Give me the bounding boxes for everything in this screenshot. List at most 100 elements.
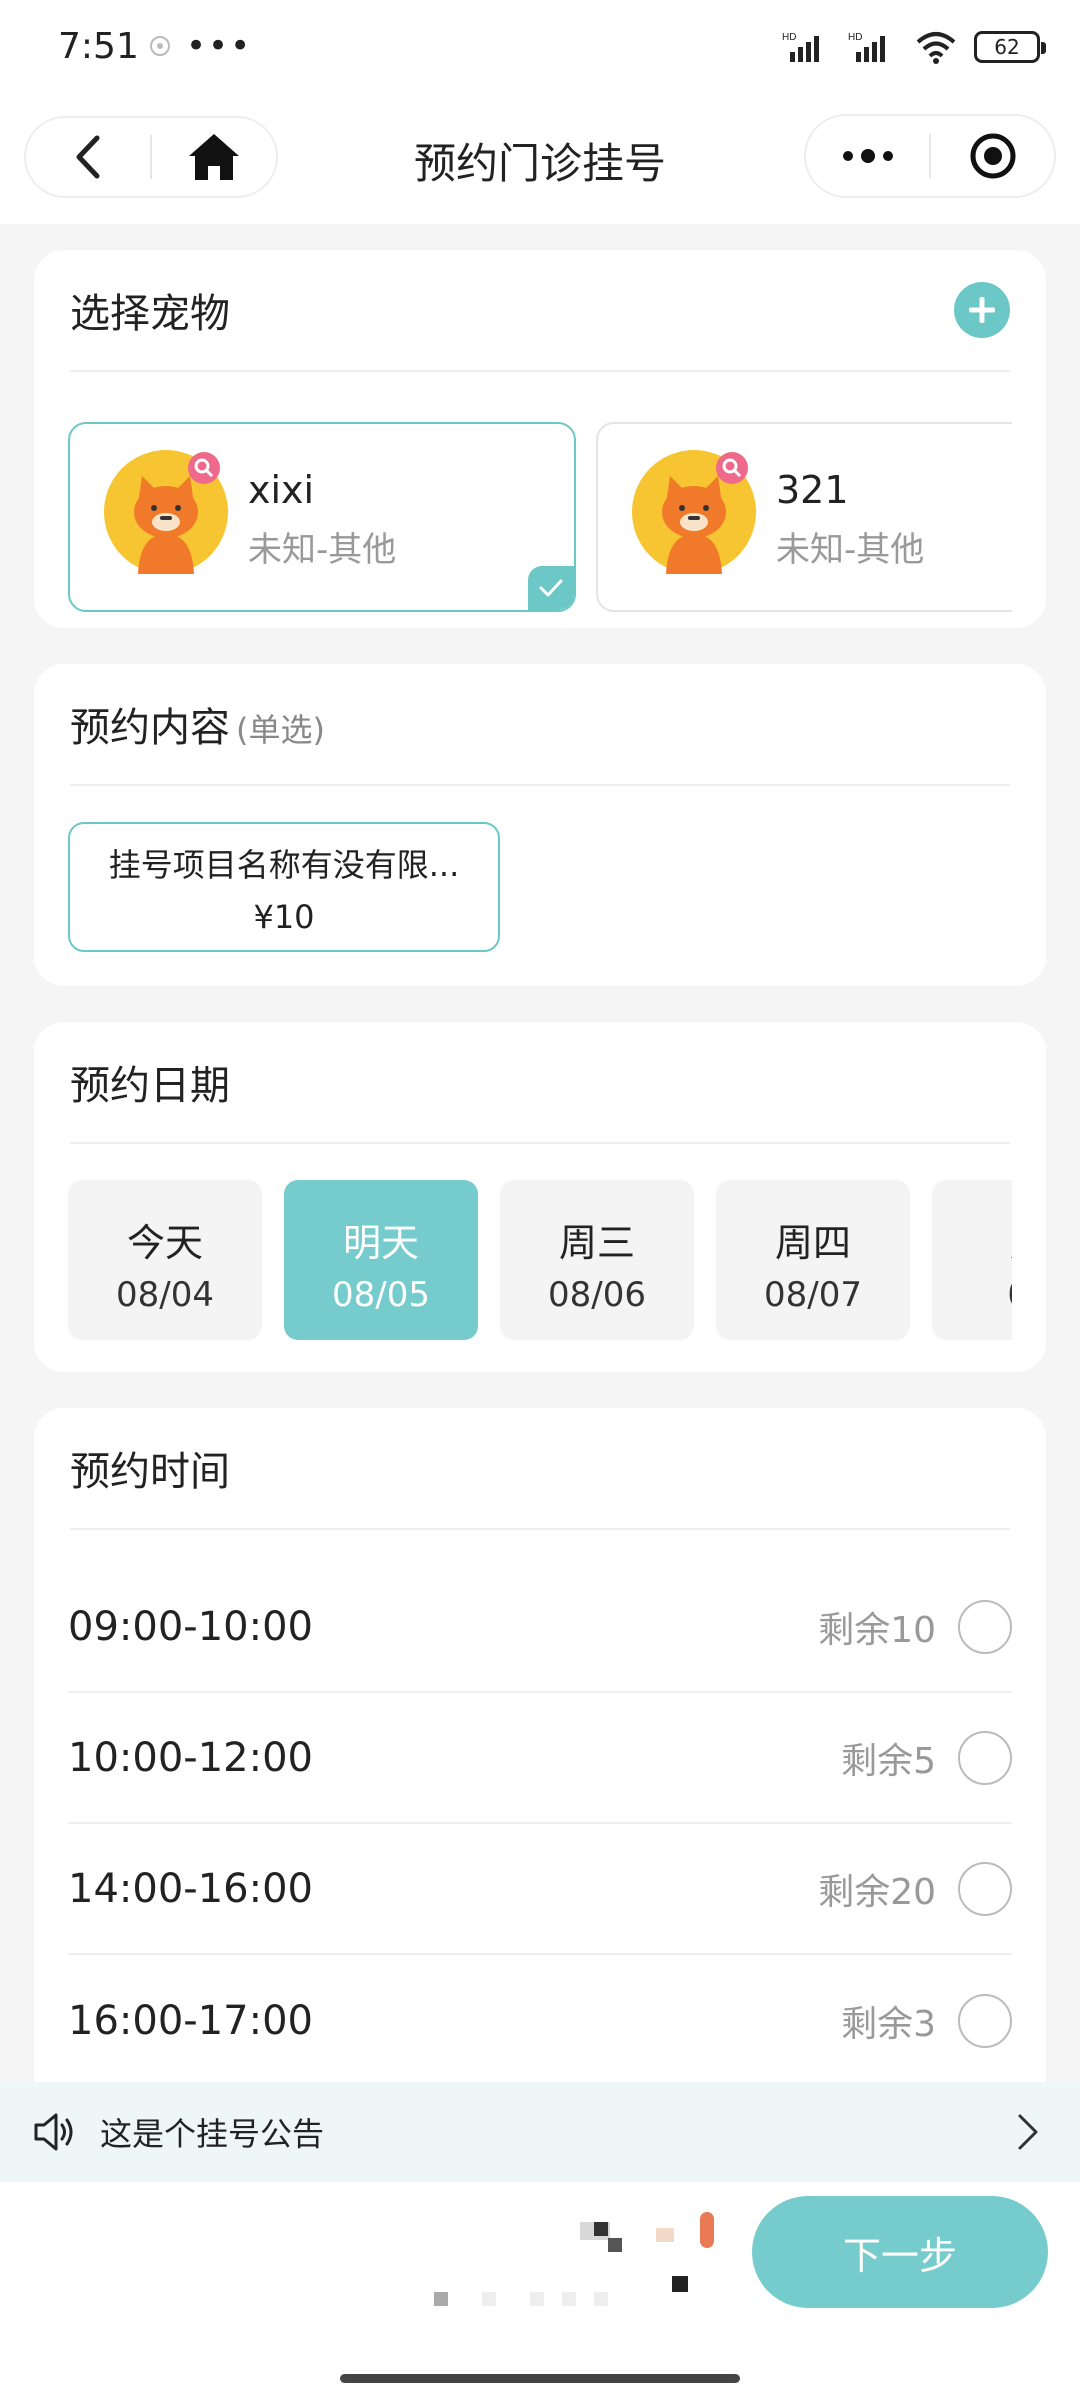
content-section-header: 预约内容 (单选) (70, 664, 1010, 786)
date-option-selected[interactable]: 明天 08/05 (284, 1180, 478, 1340)
wifi-icon (916, 32, 956, 64)
appointment-time-card: 预约时间 09:00-10:00 剩余10 10:00-12:00 剩余5 14… (34, 1408, 1046, 2128)
time-slot-range: 09:00-10:00 (68, 1603, 313, 1650)
time-slot-radio[interactable] (958, 1730, 1012, 1785)
time-section-title: 预约时间 (70, 1449, 230, 1495)
svg-text:HD: HD (848, 32, 862, 43)
registration-item-option[interactable]: 挂号项目名称有没有限... ¥10 (68, 822, 500, 952)
appointment-content-card: 预约内容 (单选) 挂号项目名称有没有限... ¥10 (34, 664, 1046, 986)
time-section-header: 预约时间 (70, 1408, 1010, 1530)
blurred-summary-area (482, 2292, 496, 2306)
status-right: HD HD 62 (782, 30, 1046, 64)
date-day-label: 周三 (558, 1221, 635, 1265)
content-section-title: 预约内容 (单选) (70, 695, 325, 753)
date-section-header: 预约日期 (70, 1022, 1010, 1144)
app-notification-icon (150, 36, 170, 56)
more-menu-button[interactable] (806, 116, 929, 196)
blurred-summary-area (594, 2222, 608, 2236)
time-slot-row[interactable]: 09:00-10:00 剩余10 (68, 1562, 1012, 1693)
home-button[interactable] (152, 118, 276, 196)
date-value: 08/04 (116, 1275, 214, 1315)
pet-card[interactable]: 321 未知-其他 (596, 422, 1012, 612)
battery-icon: 62 (974, 31, 1046, 63)
notice-bar[interactable]: 这是个挂号公告 (0, 2082, 1080, 2182)
pet-name: xixi (248, 468, 315, 512)
time-slot-remaining: 剩余3 (841, 2003, 936, 2045)
status-time: 7:51 (58, 26, 139, 67)
single-choice-hint: (单选) (236, 711, 325, 749)
nav-bar: 预约门诊挂号 (0, 100, 1080, 224)
pet-avatar-cat-icon (104, 450, 228, 574)
time-slot-radio[interactable] (958, 1599, 1012, 1654)
more-icon (842, 149, 893, 163)
date-day-label: 周 (932, 1212, 1012, 1267)
pet-section-title: 选择宠物 (70, 291, 230, 337)
notice-text: 这是个挂号公告 (100, 2115, 325, 2153)
nav-capsule-left (24, 116, 278, 198)
chevron-right-icon (1018, 2114, 1038, 2150)
time-slot-range: 14:00-16:00 (68, 1865, 313, 1912)
pet-name: 321 (776, 468, 849, 512)
target-circle-icon (970, 133, 1015, 179)
signal-hd-icon: HD (782, 32, 819, 62)
date-option[interactable]: 周 08 (932, 1180, 1012, 1340)
date-value: 08/06 (548, 1275, 646, 1315)
time-slot-right: 剩余5 (841, 1730, 1012, 1785)
time-slot-row[interactable]: 16:00-17:00 剩余3 (68, 1955, 1012, 2086)
pet-section-header: 选择宠物 (70, 250, 1010, 372)
nav-capsule-right (804, 114, 1056, 198)
time-slot-remaining: 剩余5 (841, 1740, 936, 1782)
footer-bar: 下一步 (0, 2182, 1080, 2400)
blurred-summary-area (608, 2238, 622, 2252)
next-step-button[interactable]: 下一步 (752, 2196, 1048, 2308)
time-slot-right: 剩余10 (818, 1599, 1012, 1654)
date-day-label: 明天 (342, 1221, 419, 1265)
time-slot-right: 剩余20 (818, 1861, 1012, 1916)
time-slot-range: 16:00-17:00 (68, 1997, 313, 2044)
blurred-summary-area (700, 2212, 714, 2248)
close-miniprogram-button[interactable] (931, 116, 1054, 196)
content-title-text: 预约内容 (70, 705, 230, 751)
date-option[interactable]: 周三 08/06 (500, 1180, 694, 1340)
selected-check-icon (528, 566, 574, 610)
date-option[interactable]: 今天 08/04 (68, 1180, 262, 1340)
time-slot-radio[interactable] (958, 1993, 1012, 2048)
date-list: 今天 08/04 明天 08/05 周三 08/06 周四 08/07 周 08 (68, 1180, 1012, 1340)
add-pet-button[interactable] (954, 282, 1010, 338)
date-value: 08/05 (332, 1275, 430, 1315)
time-slot-radio[interactable] (958, 1861, 1012, 1916)
time-slot-row[interactable]: 10:00-12:00 剩余5 (68, 1693, 1012, 1824)
pet-desc: 未知-其他 (776, 530, 925, 570)
pet-avatar-cat-icon (632, 450, 756, 574)
status-left-icons: ••• (148, 29, 252, 63)
blurred-summary-area (656, 2228, 674, 2242)
appointment-date-card: 预约日期 今天 08/04 明天 08/05 周三 08/06 周四 08/07… (34, 1022, 1046, 1372)
registration-item-price: ¥10 (253, 898, 315, 936)
pet-card[interactable]: xixi 未知-其他 (68, 422, 576, 612)
pet-desc: 未知-其他 (248, 530, 397, 570)
status-bar: 7:51 ••• HD HD 62 (0, 0, 1080, 100)
date-option[interactable]: 周四 08/07 (716, 1180, 910, 1340)
time-slot-right: 剩余3 (841, 1993, 1012, 2048)
date-day-label: 周四 (774, 1221, 851, 1265)
time-slot-remaining: 剩余10 (818, 1609, 936, 1651)
pet-list: xixi 未知-其他 321 未知-其他 (68, 422, 1012, 612)
registration-item-name: 挂号项目名称有没有限... (108, 846, 460, 884)
blurred-summary-area (530, 2292, 544, 2306)
blurred-summary-area (594, 2292, 608, 2306)
back-button[interactable] (26, 118, 150, 196)
home-icon (189, 134, 239, 180)
home-indicator[interactable] (340, 2374, 740, 2383)
time-slot-remaining: 剩余20 (818, 1871, 936, 1913)
blurred-summary-area (434, 2292, 448, 2306)
pet-selection-card: 选择宠物 xixi 未知-其他 321 未知-其他 (34, 250, 1046, 628)
back-arrow-icon (76, 135, 100, 179)
date-day-label: 今天 (126, 1221, 203, 1265)
time-slot-row[interactable]: 14:00-16:00 剩余20 (68, 1824, 1012, 1955)
date-value: 08/07 (764, 1275, 862, 1315)
blurred-summary-area (562, 2292, 576, 2306)
speaker-icon (34, 2113, 73, 2151)
svg-text:HD: HD (782, 32, 796, 43)
time-slot-range: 10:00-12:00 (68, 1734, 313, 1781)
date-value: 08 (932, 1275, 1012, 1315)
